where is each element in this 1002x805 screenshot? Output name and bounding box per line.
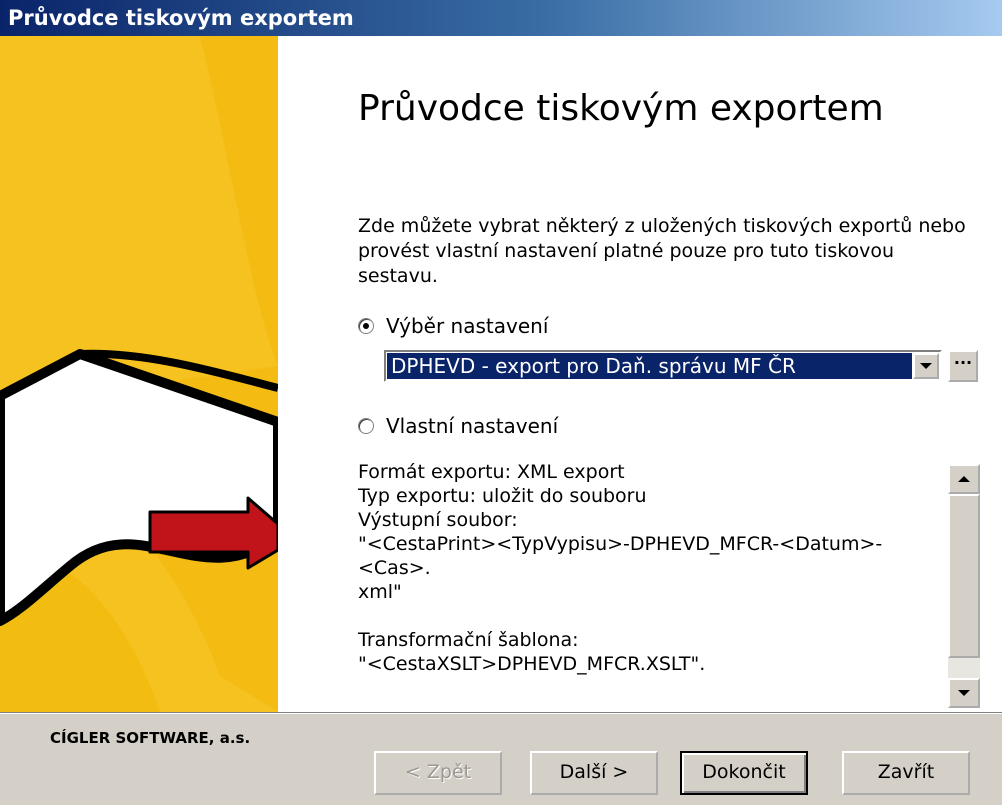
info-line: Transformační šablona:: [358, 629, 579, 651]
title-bar: Průvodce tiskovým exportem: [0, 0, 1002, 36]
scroll-down-button[interactable]: [948, 678, 980, 708]
export-info-text: Formát exportu: XML export Typ exportu: …: [358, 460, 944, 676]
page-title: Průvodce tiskovým exportem: [358, 88, 884, 129]
preset-select[interactable]: DPHEVD - export pro Daň. správu MF ČR: [384, 350, 942, 382]
description-text: Zde můžete vybrat některý z uložených ti…: [358, 215, 966, 287]
triangle-down-icon: [958, 690, 970, 696]
wizard-content: Průvodce tiskovým exportem Zde můžete vy…: [278, 36, 1002, 712]
scroll-up-button[interactable]: [948, 464, 980, 494]
browse-presets-button[interactable]: ···: [948, 350, 978, 382]
radio-preset-row[interactable]: Výběr nastavení: [358, 314, 548, 338]
info-line: Formát exportu: XML export: [358, 461, 625, 483]
window-title: Průvodce tiskovým exportem: [8, 6, 354, 30]
info-line: Výstupní soubor:: [358, 509, 518, 531]
next-button[interactable]: Další >: [530, 751, 658, 795]
back-button[interactable]: < Zpět: [374, 751, 502, 795]
dropdown-button[interactable]: [913, 353, 939, 379]
chevron-down-icon: [920, 363, 932, 369]
preset-select-value: DPHEVD - export pro Daň. správu MF ČR: [387, 353, 912, 379]
close-button[interactable]: Zavřít: [842, 751, 970, 795]
radio-custom-row[interactable]: Vlastní nastavení: [358, 414, 558, 438]
info-line: [358, 604, 944, 628]
company-label: CÍGLER SOFTWARE, a.s.: [50, 729, 251, 747]
radio-custom-label: Vlastní nastavení: [386, 414, 559, 438]
export-info-box: Formát exportu: XML export Typ exportu: …: [358, 452, 980, 708]
info-line: xml": [358, 581, 402, 603]
finish-button[interactable]: Dokončit: [680, 751, 808, 795]
scroll-thumb[interactable]: [948, 494, 980, 658]
wizard-banner: [0, 36, 278, 712]
export-illustration: [0, 36, 278, 712]
info-line: Typ exportu: uložit do souboru: [358, 485, 647, 507]
radio-preset-label: Výběr nastavení: [386, 314, 549, 338]
info-line: "<CestaXSLT>DPHEVD_MFCR.XSLT".: [358, 653, 706, 675]
radio-preset[interactable]: [358, 318, 374, 334]
info-line: "<CestaPrint><TypVypisu>-DPHEVD_MFCR-<Da…: [358, 533, 883, 579]
info-scrollbar[interactable]: [948, 464, 980, 708]
triangle-up-icon: [958, 476, 970, 482]
radio-custom[interactable]: [358, 418, 374, 434]
wizard-footer: CÍGLER SOFTWARE, a.s. < Zpět Další > Dok…: [0, 712, 1002, 805]
